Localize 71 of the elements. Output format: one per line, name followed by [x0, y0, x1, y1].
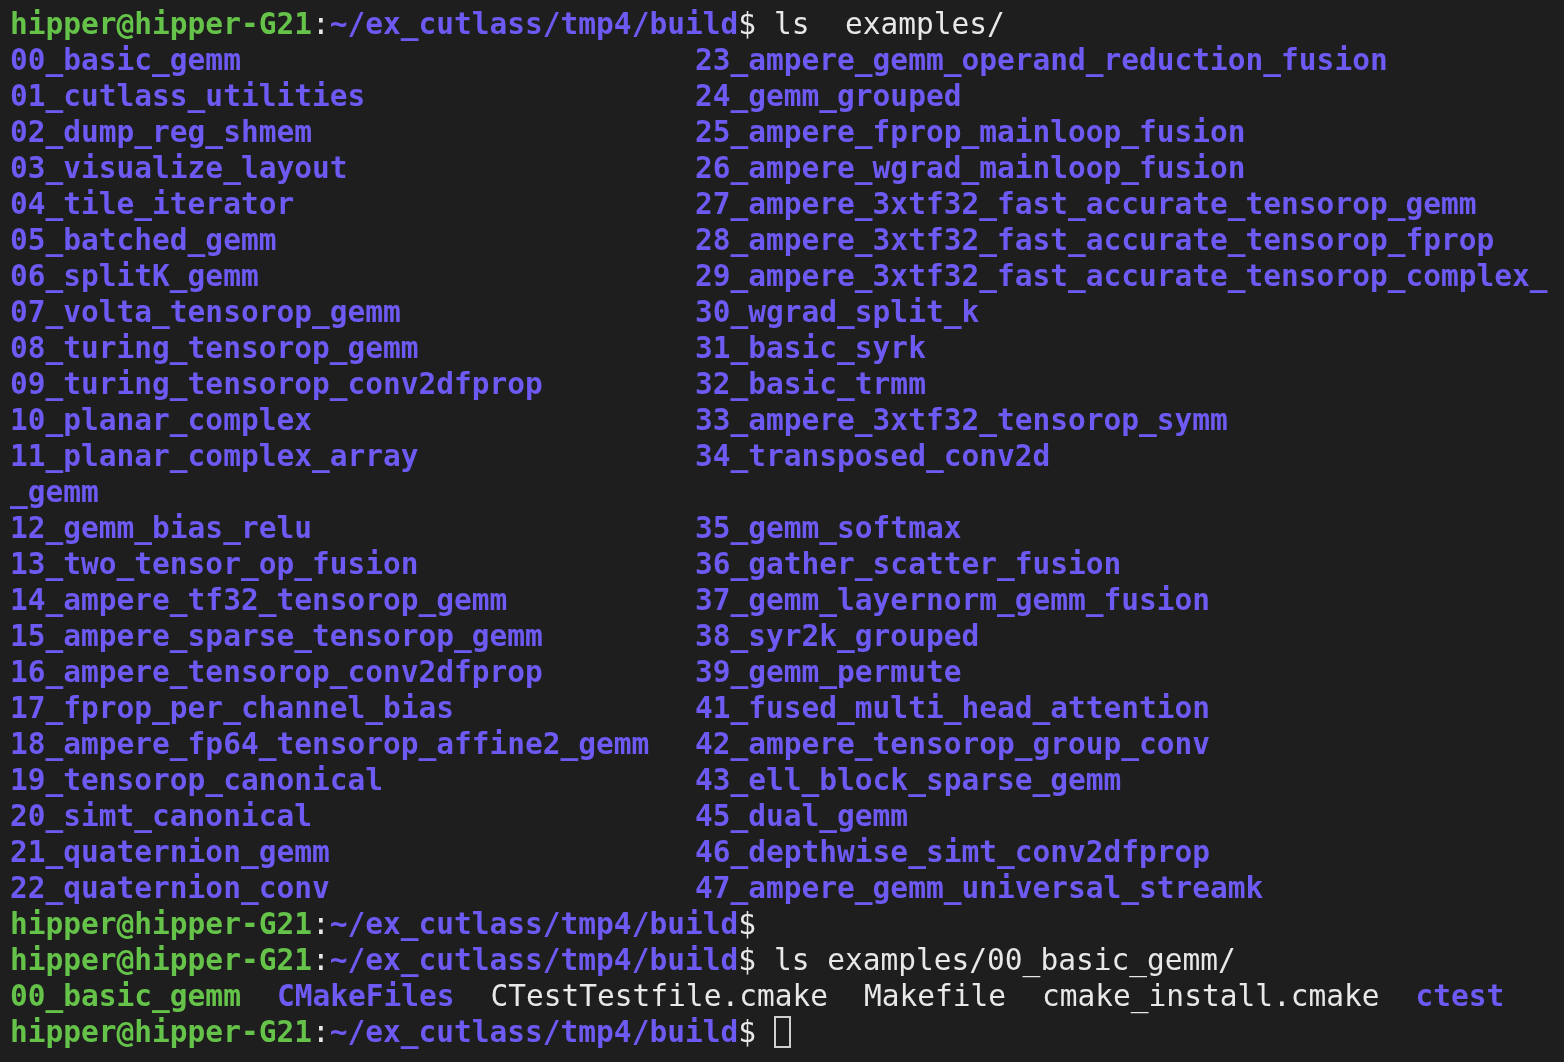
path-text: ~/ex_cutlass/tmp4/build — [329, 1014, 739, 1050]
separator-text: : — [311, 6, 330, 42]
directory-name: 24_gemm_grouped — [695, 78, 962, 114]
directory-name: 39_gemm_permute — [695, 654, 962, 690]
directory-name: 34_transposed_conv2d — [695, 438, 1051, 474]
prompt-symbol: $ — [738, 942, 756, 978]
file-name: cmake_install.cmake — [1042, 978, 1380, 1014]
directory-name: 38_syr2k_grouped — [695, 618, 980, 654]
directory-name: 13_two_tensor_op_fusion — [10, 546, 419, 582]
path-text: ~/ex_cutlass/tmp4/build — [329, 6, 739, 42]
executable-name: 00_basic_gemm — [10, 978, 241, 1014]
directory-name: ctest — [1415, 978, 1505, 1014]
directory-name: 33_ampere_3xtf32_tensorop_symm — [695, 402, 1228, 438]
directory-name: CMakeFiles — [276, 978, 455, 1014]
directory-name: 10_planar_complex — [10, 402, 312, 438]
directory-name: 06_splitK_gemm — [10, 258, 259, 294]
directory-name: 14_ampere_tf32_tensorop_gemm — [10, 582, 508, 618]
directory-name: 16_ampere_tensorop_conv2dfprop — [10, 654, 543, 690]
directory-name: 31_basic_syrk — [695, 330, 926, 366]
path-text: ~/ex_cutlass/tmp4/build — [329, 906, 739, 942]
directory-name: 21_quaternion_gemm — [10, 834, 330, 870]
directory-name: 43_ell_block_sparse_gemm — [695, 762, 1122, 798]
directory-name: 18_ampere_fp64_tensorop_affine2_gemm — [10, 726, 650, 762]
directory-name: 41_fused_multi_head_attention — [695, 690, 1211, 726]
directory-name: 08_turing_tensorop_gemm — [10, 330, 419, 366]
file-name: CTestTestfile.cmake — [490, 978, 828, 1014]
directory-name: 25_ampere_fprop_mainloop_fusion — [695, 114, 1246, 150]
directory-name: 27_ampere_3xtf32_fast_accurate_tensorop_gemm — [695, 186, 1477, 222]
directory-name: 23_ampere_gemm_operand_reduction_fusion — [695, 42, 1388, 78]
directory-name: 09_turing_tensorop_conv2dfprop — [10, 366, 543, 402]
directory-name: 22_quaternion_conv — [10, 870, 330, 906]
directory-name: 02_dump_reg_shmem — [10, 114, 312, 150]
user-host-text: hipper@hipper-G21 — [10, 942, 312, 978]
directory-name: 37_gemm_layernorm_gemm_fusion — [695, 582, 1211, 618]
directory-name: 05_batched_gemm — [10, 222, 277, 258]
command-text: ls examples/00_basic_gemm/ — [773, 942, 1236, 978]
user-host-text: hipper@hipper-G21 — [10, 906, 312, 942]
file-name: Makefile — [863, 978, 1007, 1014]
directory-name: 07_volta_tensorop_gemm — [10, 294, 401, 330]
user-host-text: hipper@hipper-G21 — [10, 1014, 312, 1050]
directory-name: 30_wgrad_split_k — [695, 294, 980, 330]
directory-name: 00_basic_gemm — [10, 42, 241, 78]
directory-name: 45_dual_gemm — [695, 798, 909, 834]
directory-name: 26_ampere_wgrad_mainloop_fusion — [695, 150, 1246, 186]
directory-name: 15_ampere_sparse_tensorop_gemm — [10, 618, 543, 654]
directory-name: 04_tile_iterator — [10, 186, 295, 222]
directory-name: 20_simt_canonical — [10, 798, 312, 834]
directory-name: 12_gemm_bias_relu — [10, 510, 312, 546]
directory-name: _gemm — [10, 474, 99, 510]
command-text: ls examples/ — [773, 6, 1005, 42]
directory-name: 46_depthwise_simt_conv2dfprop — [695, 834, 1211, 870]
separator-text: : — [311, 1014, 330, 1050]
directory-name: 42_ampere_tensorop_group_conv — [695, 726, 1211, 762]
prompt-symbol: $ — [738, 6, 756, 42]
separator-text: : — [311, 942, 330, 978]
directory-name: 36_gather_scatter_fusion — [695, 546, 1122, 582]
directory-name: 01_cutlass_utilities — [10, 78, 366, 114]
directory-name: 32_basic_trmm — [695, 366, 926, 402]
path-text: ~/ex_cutlass/tmp4/build — [329, 942, 739, 978]
directory-name: 19_tensorop_canonical — [10, 762, 383, 798]
directory-name: 35_gemm_softmax — [695, 510, 962, 546]
prompt-symbol: $ — [738, 906, 756, 942]
directory-name: 29_ampere_3xtf32_fast_accurate_tensorop_complex_ — [695, 258, 1548, 294]
directory-name: 17_fprop_per_channel_bias — [10, 690, 454, 726]
user-host-text: hipper@hipper-G21 — [10, 6, 312, 42]
directory-name: 03_visualize_layout — [10, 150, 348, 186]
separator-text: : — [311, 906, 330, 942]
prompt-symbol: $ — [738, 1014, 756, 1050]
directory-name: 28_ampere_3xtf32_fast_accurate_tensorop_fprop — [695, 222, 1495, 258]
directory-name: 11_planar_complex_array — [10, 438, 419, 474]
directory-name: 47_ampere_gemm_universal_streamk — [695, 870, 1264, 906]
